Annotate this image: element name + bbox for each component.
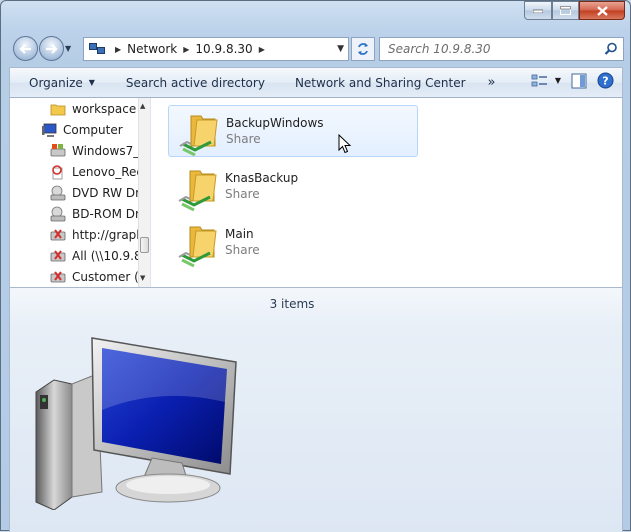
scroll-down-icon[interactable]: ▼ (140, 274, 145, 282)
file-type: Share (225, 243, 260, 257)
back-arrow-icon (19, 43, 31, 54)
recent-pages-dropdown[interactable]: ▼ (65, 44, 71, 53)
organize-menu-button[interactable]: Organize ▼ (29, 76, 95, 90)
preview-pane-button[interactable] (571, 73, 587, 89)
search-input[interactable] (386, 41, 600, 57)
computer-icon (42, 123, 57, 137)
network-sharing-center-button[interactable]: Network and Sharing Center (295, 76, 466, 90)
sidebar-item-label: http://grapl (72, 228, 140, 242)
folder-icon (50, 104, 66, 116)
network-icon (89, 43, 105, 54)
file-list: BackupWindows Share KnasBackup Share Mai… (160, 98, 620, 287)
search-icon[interactable] (604, 42, 618, 56)
change-view-button[interactable]: ▼ (531, 73, 561, 89)
shared-folder-icon (178, 170, 217, 211)
sidebar-item-label: Lenovo_Rec (72, 165, 144, 179)
forward-arrow-icon (46, 43, 58, 54)
sidebar-item-label: Computer (63, 123, 123, 137)
minimize-button[interactable] (524, 1, 552, 20)
sidebar-item-label: DVD RW Dri (72, 186, 144, 200)
scroll-up-icon[interactable]: ▲ (140, 102, 145, 110)
optical-drive-icon (50, 185, 66, 201)
content-area: workspace Computer Windows7_ Lenovo_Rec … (9, 98, 623, 287)
address-dropdown-icon[interactable]: ▼ (337, 44, 344, 54)
file-type: Share (225, 187, 260, 201)
sidebar-item-computer[interactable]: Computer (41, 120, 123, 140)
breadcrumb-host[interactable]: 10.9.8.30 (195, 42, 252, 56)
help-icon: ? (597, 72, 614, 89)
file-name: KnasBackup (225, 171, 299, 185)
sidebar-item-bd-rom[interactable]: BD-ROM Dr (50, 204, 140, 224)
sidebar-item-http-grapl[interactable]: http://grapl (50, 225, 140, 245)
forward-button[interactable] (39, 36, 64, 61)
breadcrumb-separator[interactable]: ▶ (115, 45, 121, 54)
refresh-button[interactable] (351, 37, 375, 61)
item-count: 3 items (269, 297, 315, 311)
search-active-directory-label: Search active directory (125, 75, 265, 90)
network-sharing-center-label: Network and Sharing Center (294, 75, 466, 90)
file-type: Share (226, 132, 261, 146)
sidebar-item-dvd-rw[interactable]: DVD RW Dri (50, 183, 143, 203)
breadcrumb-separator[interactable]: ▶ (183, 45, 189, 54)
close-button[interactable] (579, 1, 625, 20)
address-bar[interactable]: ▶ Network ▶ 10.9.8.30 ▶ ▼ (83, 37, 349, 61)
maximize-button[interactable] (552, 1, 579, 20)
sidebar-item-lenovo-rec[interactable]: Lenovo_Rec (50, 162, 143, 182)
drive-icon (52, 165, 63, 180)
caption-buttons (524, 1, 625, 20)
scrollbar-thumb[interactable] (140, 237, 149, 253)
explorer-window: ▼ ▶ Network ▶ 10.9.8.30 ▶ ▼ Search 10.9.… (0, 0, 631, 532)
details-pane: 3 items (9, 287, 623, 532)
breadcrumb-separator[interactable]: ▶ (259, 45, 265, 54)
toolbar-right-group: ▼ ? (531, 72, 614, 89)
navigation-pane: workspace Computer Windows7_ Lenovo_Rec … (10, 98, 150, 287)
file-name: BackupWindows (226, 116, 324, 130)
shared-folder-icon (179, 115, 218, 156)
view-options-icon (531, 74, 547, 86)
preview-pane-icon (571, 73, 587, 88)
sidebar-item-label: BD-ROM Dr (72, 207, 140, 221)
chevron-down-icon: ▼ (88, 78, 95, 87)
refresh-icon (358, 43, 368, 55)
more-commands-label: » (487, 75, 496, 90)
help-button[interactable]: ? (597, 72, 614, 89)
breadcrumb-network[interactable]: Network (127, 42, 177, 56)
navigation-bar: ▼ ▶ Network ▶ 10.9.8.30 ▶ ▼ (9, 34, 624, 64)
list-item[interactable]: KnasBackup Share (168, 161, 418, 213)
sidebar-item-label: workspace (72, 102, 137, 116)
sidebar-item-all-share[interactable]: All (\\10.9.8 (50, 246, 142, 266)
pane-splitter[interactable] (150, 98, 151, 287)
sidebar-item-windows7[interactable]: Windows7_ (50, 141, 139, 161)
disconnected-drive-icon (50, 250, 66, 262)
disconnected-drive-icon (50, 229, 66, 241)
back-button[interactable] (13, 36, 38, 61)
file-name: Main (225, 227, 254, 241)
optical-drive-icon (50, 206, 66, 222)
sidebar-item-label: All (\\10.9.8 (72, 249, 142, 263)
organize-label: Organize (29, 75, 83, 90)
disconnected-drive-icon (50, 271, 66, 283)
more-commands-button[interactable]: » (488, 75, 496, 90)
sidebar-item-workspace[interactable]: workspace (50, 99, 136, 119)
command-bar: Organize ▼ Search active directory Netwo… (9, 67, 623, 98)
mouse-cursor-icon (338, 134, 352, 154)
search-active-directory-button[interactable]: Search active directory (126, 76, 265, 90)
list-item[interactable]: BackupWindows Share (168, 105, 418, 157)
navigation-scrollbar[interactable]: ▲ ▼ (138, 98, 150, 287)
sidebar-item-label: Customer ( (72, 270, 139, 284)
shared-folder-icon (178, 226, 217, 267)
sidebar-item-customer[interactable]: Customer ( (50, 267, 139, 287)
list-item[interactable]: Main Share (168, 217, 418, 269)
computer-icon (35, 337, 237, 510)
drive-icon (50, 144, 66, 157)
chevron-down-icon: ▼ (554, 76, 561, 85)
sidebar-item-label: Windows7_ (72, 144, 140, 158)
svg-text:?: ? (602, 75, 608, 88)
search-box[interactable] (379, 37, 624, 61)
